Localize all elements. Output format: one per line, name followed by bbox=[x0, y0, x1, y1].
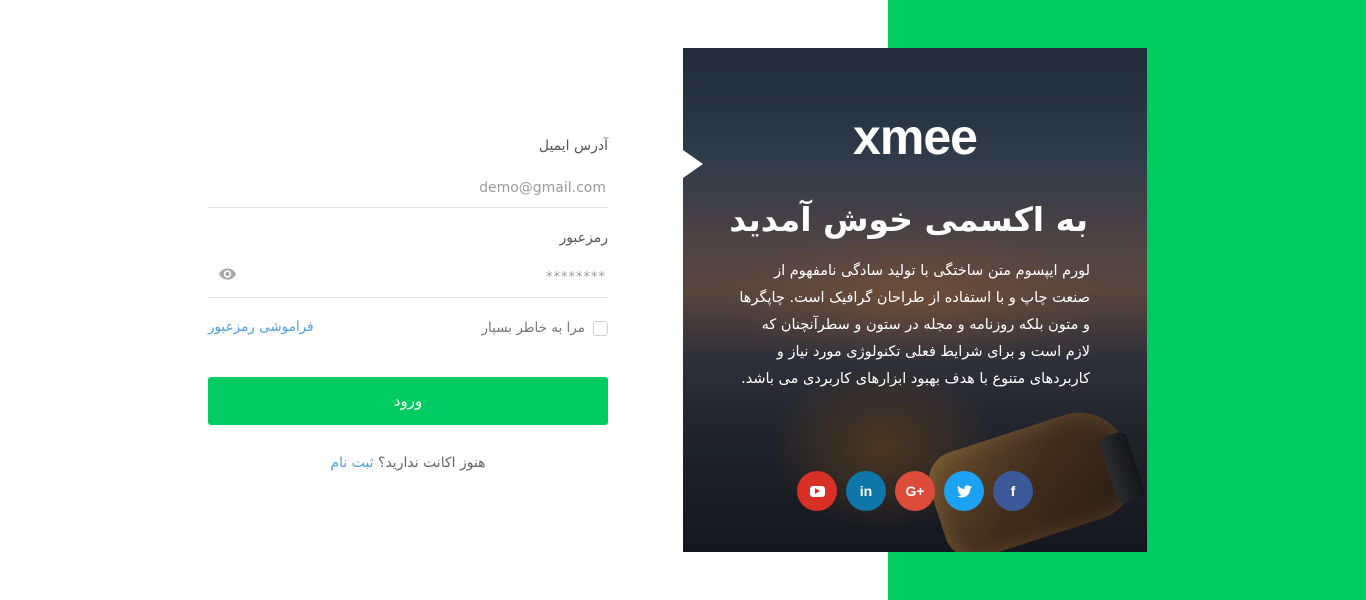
google-plus-icon: G+ bbox=[905, 483, 925, 499]
login-page: xmee به اکسمی خوش آمدید لورم ایپسوم متن … bbox=[0, 0, 1366, 600]
email-label: آدرس ایمیل bbox=[538, 138, 608, 154]
login-button[interactable]: ورود bbox=[208, 377, 608, 425]
remember-label: مرا به خاطر بسپار bbox=[481, 320, 585, 336]
facebook-button[interactable]: f bbox=[993, 471, 1033, 511]
password-field[interactable] bbox=[208, 258, 608, 298]
facebook-icon: f bbox=[1010, 483, 1016, 499]
eye-icon[interactable] bbox=[219, 268, 236, 280]
email-field[interactable] bbox=[208, 168, 608, 208]
linkedin-icon: in bbox=[859, 483, 873, 499]
xmee-logo: xmee bbox=[683, 108, 1147, 166]
youtube-button[interactable] bbox=[797, 471, 837, 511]
welcome-description: لورم ایپسوم متن ساختگی با تولید سادگی نا… bbox=[739, 263, 1090, 387]
google-plus-button[interactable]: G+ bbox=[895, 471, 935, 511]
remember-checkbox[interactable] bbox=[593, 320, 608, 336]
logo-text: xmee bbox=[853, 109, 978, 165]
signup-line: هنوز اکانت ندارید؟ ثبت نام bbox=[208, 455, 608, 471]
twitter-button[interactable] bbox=[944, 471, 984, 511]
signup-prompt: هنوز اکانت ندارید؟ bbox=[378, 455, 486, 471]
youtube-icon bbox=[809, 485, 825, 497]
linkedin-button[interactable]: in bbox=[846, 471, 886, 511]
remember-me[interactable]: مرا به خاطر بسپار bbox=[430, 318, 608, 338]
social-links: in G+ f bbox=[683, 471, 1147, 511]
signup-link[interactable]: ثبت نام bbox=[330, 455, 373, 471]
welcome-heading: به اکسمی خوش آمدید bbox=[729, 200, 1088, 239]
password-label: رمزعبور bbox=[559, 230, 608, 246]
twitter-icon bbox=[956, 484, 972, 497]
forgot-password-link[interactable]: فراموشی رمزعبور bbox=[208, 319, 314, 335]
